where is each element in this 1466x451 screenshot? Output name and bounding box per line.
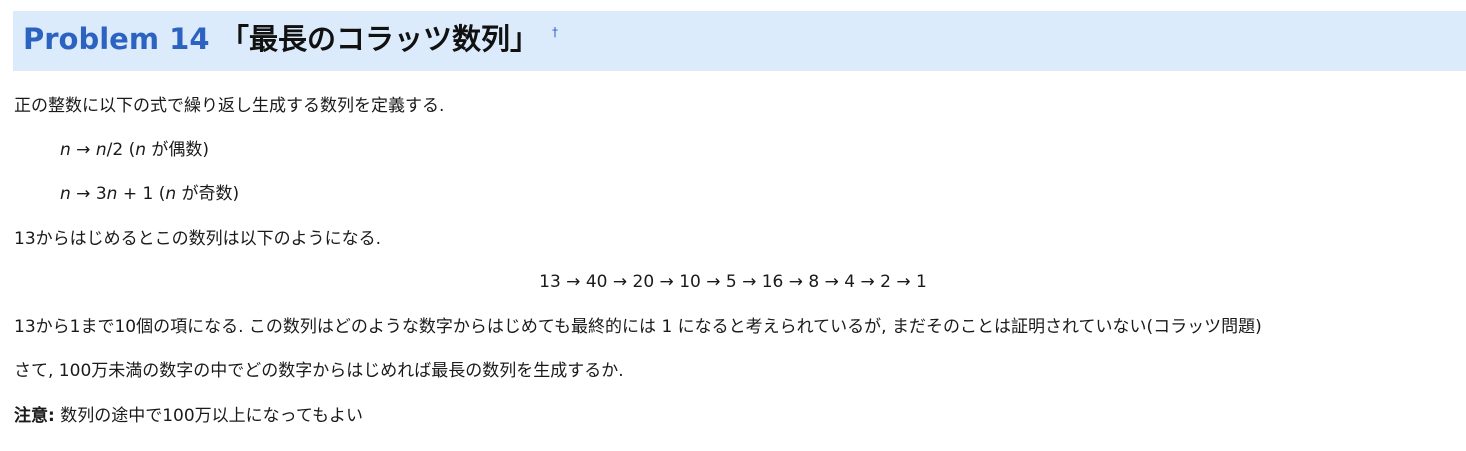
note-label: 注意:: [14, 406, 55, 426]
problem-number: Problem 14: [23, 22, 210, 56]
collatz-sequence: 13 → 40 → 20 → 10 → 5 → 16 → 8 → 4 → 2 →…: [539, 272, 927, 292]
var-n: n: [60, 140, 71, 160]
problem-header: Problem 14 「最長のコラッツ数列」 †: [13, 11, 1466, 71]
rule-odd: n → 3n + 1 (n が奇数): [60, 182, 239, 206]
intro-paragraph: 正の整数に以下の式で繰り返し生成する数列を定義する.: [14, 96, 445, 116]
rule-condition: が偶数): [146, 140, 210, 160]
question-paragraph: さて, 100万未満の数字の中でどの数字からはじめれば最長の数列を生成するか.: [14, 361, 624, 381]
problem-title: 「最長のコラッツ数列」: [220, 22, 540, 56]
explanation-paragraph: 13から1まで10個の項になる. この数列はどのような数字からはじめても最終的に…: [14, 317, 1262, 337]
dagger-link[interactable]: †: [552, 25, 558, 39]
rule-expression: /2 (: [106, 140, 136, 160]
var-n: n: [135, 140, 146, 160]
var-n: n: [95, 140, 107, 160]
rule-expression: + 1 (: [117, 184, 166, 204]
arrow-text: → 3: [70, 184, 107, 204]
rule-even: n → n/2 (n が偶数): [60, 138, 209, 162]
var-n: n: [60, 184, 71, 204]
var-n: n: [165, 184, 177, 204]
note-paragraph: 注意: 数列の途中で100万以上になってもよい: [14, 404, 363, 428]
example-intro: 13からはじめるとこの数列は以下のようになる.: [14, 229, 382, 249]
var-n: n: [106, 184, 118, 204]
arrow-text: →: [70, 140, 96, 160]
rule-condition: が奇数): [176, 184, 240, 204]
note-text: 数列の途中で100万以上になってもよい: [54, 406, 363, 426]
